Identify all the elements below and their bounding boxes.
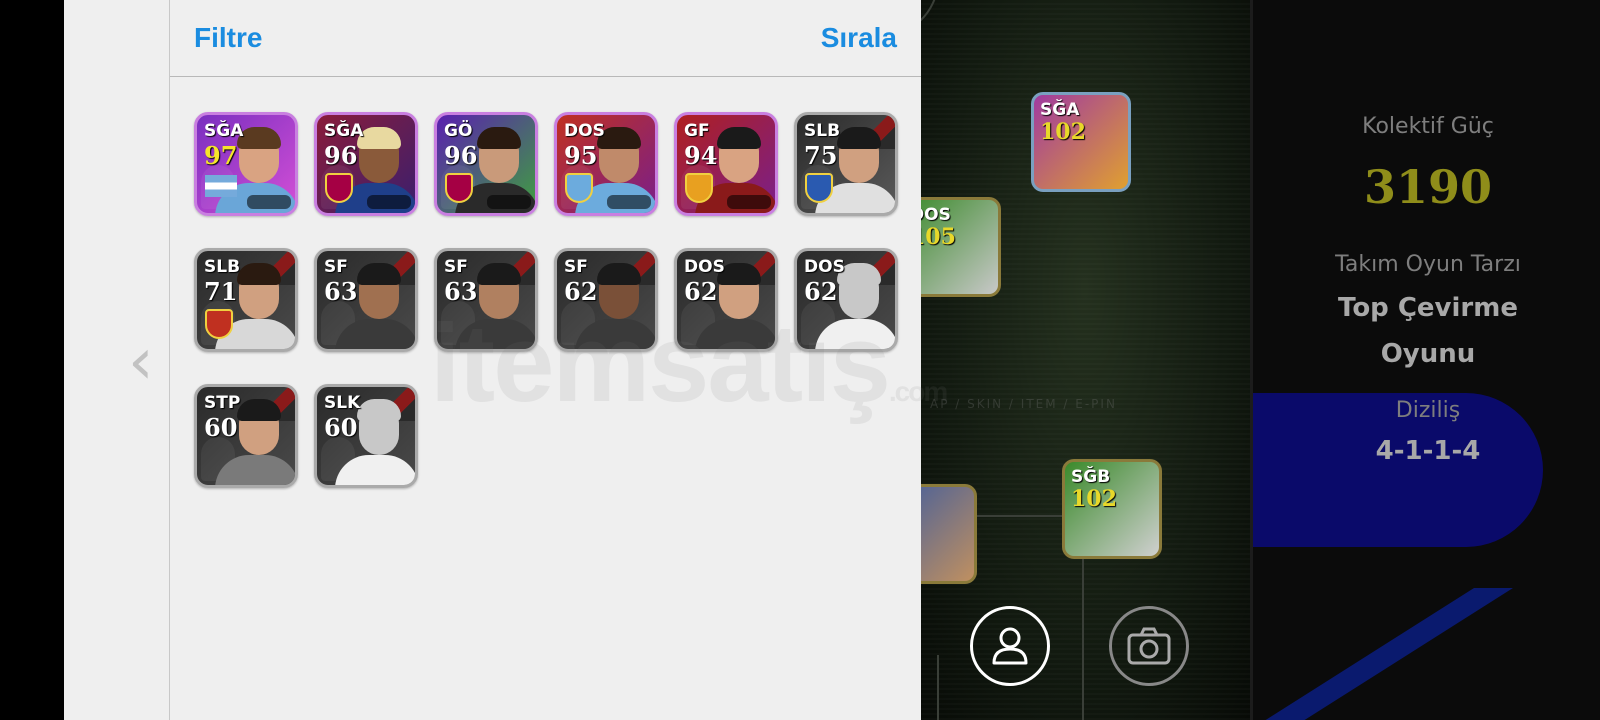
- player-position: SF: [324, 257, 348, 277]
- collective-power-label: Kolektif Güç: [1362, 114, 1494, 139]
- player-rating: 62: [564, 277, 598, 306]
- panel-header: Filtre Sırala: [170, 0, 921, 77]
- club-crest-icon: [325, 173, 353, 203]
- sort-button[interactable]: Sırala: [821, 22, 897, 54]
- team-summary-panel: Kolektif Güç 3190 Takım Oyun Tarzı Top Ç…: [1250, 0, 1600, 720]
- flag-icon: [205, 175, 237, 197]
- player-position: SF: [564, 257, 588, 277]
- boost-indicator: [487, 195, 531, 209]
- player-rating: 63: [444, 277, 478, 306]
- player-hair: [477, 127, 521, 149]
- player-card[interactable]: DOS 62: [794, 248, 898, 352]
- club-crest-icon: [565, 173, 593, 203]
- player-position: STP: [204, 393, 241, 413]
- player-card[interactable]: DOS 62: [674, 248, 778, 352]
- player-position: GF: [684, 121, 710, 141]
- field-player-card[interactable]: [919, 484, 977, 584]
- player-card[interactable]: GF 94: [674, 112, 778, 216]
- player-rating: 96: [444, 141, 478, 170]
- chevron-left-icon[interactable]: ‹: [128, 330, 168, 400]
- player-card[interactable]: SĞA 97: [194, 112, 298, 216]
- player-hair: [597, 263, 641, 285]
- boost-indicator: [607, 195, 651, 209]
- player-rating: 60: [204, 413, 238, 442]
- team-style-value: Top Çevirme Oyunu: [1338, 293, 1518, 369]
- player-rating: 63: [324, 277, 358, 306]
- player-card[interactable]: SLB 75: [794, 112, 898, 216]
- boost-indicator: [727, 195, 771, 209]
- player-hair: [237, 399, 281, 421]
- player-hair: [237, 127, 281, 149]
- person-icon: [992, 627, 1028, 665]
- player-card[interactable]: SF 63: [314, 248, 418, 352]
- field-player-position: SĞA: [1040, 100, 1080, 120]
- player-hair: [477, 263, 521, 285]
- field-player-rating: 105: [919, 224, 956, 250]
- player-card[interactable]: GÖ 96: [434, 112, 538, 216]
- player-position: SF: [444, 257, 468, 277]
- player-position: SĞA: [324, 121, 364, 141]
- player-card[interactable]: DOS 95: [554, 112, 658, 216]
- club-crest-icon: [205, 309, 233, 339]
- player-card[interactable]: SF 63: [434, 248, 538, 352]
- camera-button[interactable]: [1109, 606, 1189, 686]
- player-rating: 62: [804, 277, 838, 306]
- camera-icon: [1127, 627, 1171, 665]
- pitch-background: SĞA 102 DOS 105 SĞB 102: [919, 0, 1250, 720]
- boost-indicator: [247, 195, 291, 209]
- player-position: GÖ: [444, 121, 473, 141]
- pitch-circle: [919, 0, 939, 40]
- left-edge: [0, 0, 64, 720]
- player-hair: [357, 127, 401, 149]
- player-position: DOS: [804, 257, 845, 277]
- club-crest-icon: [685, 173, 713, 203]
- boost-indicator: [367, 195, 411, 209]
- player-hair: [717, 127, 761, 149]
- player-hair: [357, 399, 401, 421]
- field-player-position: DOS: [919, 205, 951, 225]
- player-hair: [837, 127, 881, 149]
- club-crest-icon: [805, 173, 833, 203]
- pitch-line: [937, 655, 939, 720]
- player-rating: 62: [684, 277, 718, 306]
- player-card[interactable]: STP 60: [194, 384, 298, 488]
- field-player-rating: 102: [1071, 486, 1117, 512]
- player-hair: [237, 263, 281, 285]
- player-rating: 75: [804, 141, 838, 170]
- profile-button[interactable]: [970, 606, 1050, 686]
- formation-value[interactable]: 4-1-1-4: [1253, 428, 1600, 474]
- player-card[interactable]: SLB 71: [194, 248, 298, 352]
- player-position: SLB: [804, 121, 841, 141]
- player-card[interactable]: SĞA 96: [314, 112, 418, 216]
- player-hair: [357, 263, 401, 285]
- player-position: SLB: [204, 257, 241, 277]
- filter-button[interactable]: Filtre: [194, 22, 262, 54]
- player-list-panel: Filtre Sırala SĞA 97 SĞA 96 GÖ 96 DOS 95 GF 94 SLB…: [170, 0, 921, 720]
- formation-label: Diziliş: [1395, 398, 1461, 423]
- player-rating: 97: [204, 141, 238, 170]
- player-rating: 94: [684, 141, 718, 170]
- field-player-card[interactable]: SĞA 102: [1031, 92, 1131, 192]
- player-position: DOS: [684, 257, 725, 277]
- player-rating: 60: [324, 413, 358, 442]
- player-rating: 96: [324, 141, 358, 170]
- decorative-shape: [1253, 588, 1513, 720]
- player-position: DOS: [564, 121, 605, 141]
- player-position: SLK: [324, 393, 361, 413]
- player-position: SĞA: [204, 121, 244, 141]
- field-player-position: SĞB: [1071, 467, 1111, 487]
- field-player-card[interactable]: SĞB 102: [1062, 459, 1162, 559]
- field-player-card[interactable]: DOS 105: [919, 197, 1001, 297]
- player-rating: 95: [564, 141, 598, 170]
- player-rating: 71: [204, 277, 238, 306]
- collective-power-value: 3190: [1363, 160, 1493, 214]
- club-crest-icon: [445, 173, 473, 203]
- player-card[interactable]: SLK 60: [314, 384, 418, 488]
- field-player-rating: 102: [1040, 119, 1086, 145]
- team-style-label: Takım Oyun Tarzı: [1335, 252, 1521, 277]
- player-card[interactable]: SF 62: [554, 248, 658, 352]
